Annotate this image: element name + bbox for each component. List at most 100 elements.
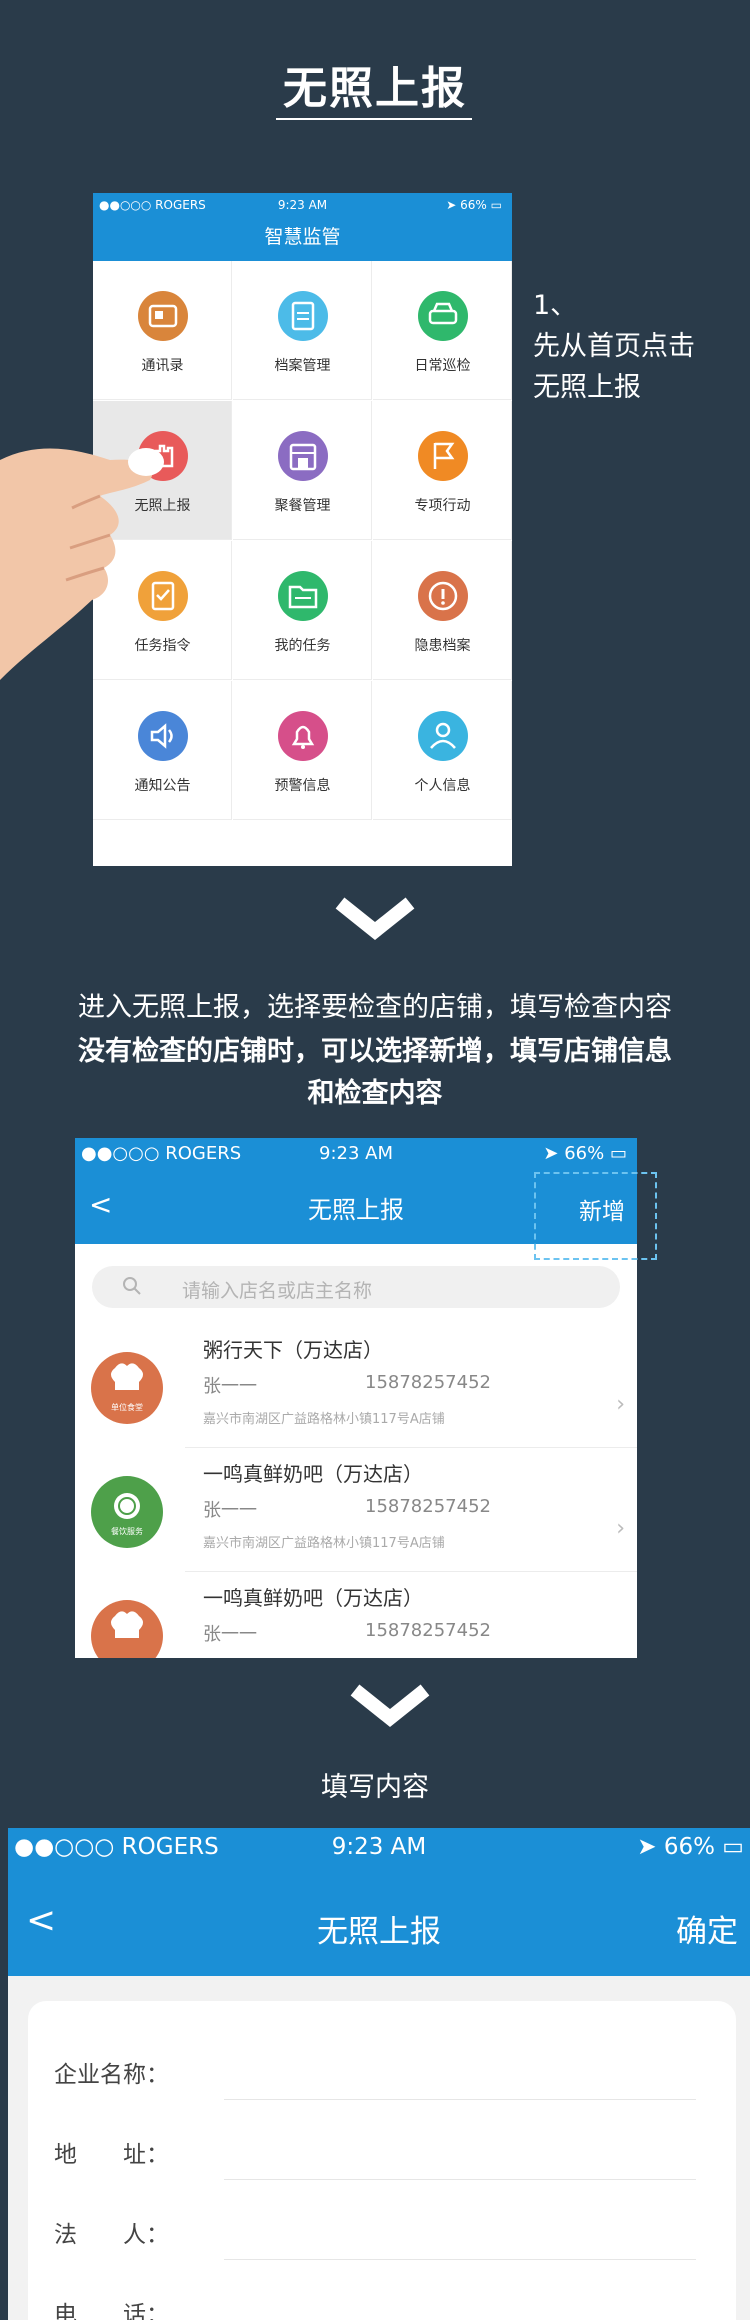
menu-item-label: 我的任务 (274, 638, 331, 654)
add-button-highlight (534, 1172, 657, 1260)
menu-item[interactable]: 档案管理 (233, 261, 372, 400)
menu-item-label: 专项行动 (414, 498, 471, 514)
menu-item[interactable]: 个人信息 (373, 681, 512, 820)
clipboard-icon (278, 291, 328, 341)
step1-line2: 无照上报 (533, 372, 641, 403)
location-icon: ➤ (446, 198, 461, 212)
store-phone: 15878257452 (365, 1372, 491, 1393)
chef-hat-icon (111, 1363, 143, 1390)
store-logo: 单位食堂 (91, 1352, 163, 1424)
title-underline (276, 118, 472, 120)
battery-icon: ▭ (722, 1834, 744, 1860)
store-logo (91, 1600, 163, 1658)
store-name: 一鸣真鲜奶吧（万达店） (203, 1586, 423, 1610)
form-field-label: 企业名称： (54, 2062, 169, 2088)
nav-title: 智慧监管 (93, 217, 512, 261)
contacts-icon (138, 291, 188, 341)
battery-percent: 66% (564, 1143, 605, 1164)
chevron-right-icon: › (616, 1392, 625, 1417)
form-field[interactable]: 地 址： (28, 2109, 736, 2189)
menu-item[interactable]: 预警信息 (233, 681, 372, 820)
menu-item[interactable]: 我的任务 (233, 541, 372, 680)
menu-item[interactable]: 通知公告 (93, 681, 232, 820)
folder-icon (278, 571, 328, 621)
step1-number: 1、 (533, 290, 578, 321)
form-field-input[interactable] (224, 2179, 696, 2180)
bell-icon (278, 711, 328, 761)
form-field[interactable]: 企业名称： (28, 2029, 736, 2109)
battery-percent: 66% (663, 1834, 715, 1860)
store-list-item[interactable]: 单位食堂 粥行天下（万达店） 张一一 15878257452 嘉兴市南湖区广益路格林小镇… (75, 1324, 637, 1448)
menu-item-label: 日常巡检 (414, 358, 471, 374)
form-field[interactable]: 电 话： (28, 2269, 736, 2320)
storefront-icon (278, 431, 328, 481)
store-phone: 15878257452 (365, 1620, 491, 1641)
speaker-icon (138, 711, 188, 761)
form-field[interactable]: 法 人： (28, 2189, 736, 2269)
menu-item-label: 预警信息 (274, 778, 331, 794)
store-list-item[interactable]: 一鸣真鲜奶吧（万达店） 张一一 15878257452 (75, 1572, 637, 1658)
battery-icon: ▭ (490, 198, 502, 212)
step1-text: 1、 先从首页点击 无照上报 (533, 285, 695, 408)
location-icon: ➤ (637, 1834, 664, 1860)
store-name: 粥行天下（万达店） (203, 1338, 383, 1362)
nav-bar: < 无照上报 确定 (8, 1868, 750, 1976)
store-list-item[interactable]: 餐饮服务 一鸣真鲜奶吧（万达店） 张一一 15878257452 嘉兴市南湖区广益路格林… (75, 1448, 637, 1572)
store-category-badge: 单位食堂 (111, 1403, 143, 1412)
status-bar: ●●○○○ ROGERS 9:23 AM ➤ 66% ▭ (75, 1138, 637, 1170)
search-input[interactable]: 请输入店名或店主名称 (92, 1266, 620, 1308)
chevron-down-icon (350, 1684, 430, 1727)
menu-item-label: 隐患档案 (414, 638, 471, 654)
menu-item-label: 通知公告 (134, 778, 191, 794)
form-field-input[interactable] (224, 2099, 696, 2100)
pointing-hand-icon (0, 448, 164, 680)
instruction-bold-line2: 和检查内容 (307, 1078, 443, 1109)
search-icon (123, 1277, 141, 1295)
menu-item[interactable]: 通讯录 (93, 261, 232, 400)
menu-item-label: 个人信息 (414, 778, 471, 794)
battery-icon: ▭ (609, 1143, 627, 1164)
car-icon (418, 291, 468, 341)
form-field-label: 法 人： (54, 2222, 169, 2248)
store-name: 一鸣真鲜奶吧（万达店） (203, 1462, 423, 1486)
form-field-input[interactable] (224, 2259, 696, 2260)
form-field-label: 电 话： (54, 2302, 169, 2320)
store-address: 嘉兴市南湖区广益路格林小镇117号A店铺 (203, 1536, 445, 1551)
menu-item-label: 聚餐管理 (274, 498, 331, 514)
flag-icon (418, 431, 468, 481)
menu-item[interactable]: 隐患档案 (373, 541, 512, 680)
store-category-badge: 餐饮服务 (111, 1527, 143, 1536)
search-placeholder: 请输入店名或店主名称 (182, 1280, 373, 1302)
battery-percent: 66% (460, 198, 487, 212)
menu-item-label: 档案管理 (274, 358, 331, 374)
store-address: 嘉兴市南湖区广益路格林小镇117号A店铺 (203, 1412, 445, 1427)
instruction-bold-text: 没有检查的店铺时，可以选择新增，填写店铺信息 和检查内容 (0, 1031, 750, 1115)
step1-line1: 先从首页点击 (533, 331, 695, 362)
form-field-label: 地 址： (54, 2142, 169, 2168)
confirm-button[interactable]: 确定 (676, 1906, 738, 1951)
chevron-down-icon (335, 897, 415, 940)
form-card: 企业名称： 地 址： 法 人： 电 话： (28, 2001, 736, 2320)
store-owner: 张一一 (203, 1500, 257, 1521)
store-owner: 张一一 (203, 1376, 257, 1397)
chef-hat-icon (111, 1611, 143, 1638)
menu-item[interactable]: 专项行动 (373, 401, 512, 540)
person-icon (418, 711, 468, 761)
store-owner: 张一一 (203, 1624, 257, 1645)
status-bar: ●●○○○ ROGERS 9:23 AM ➤ 66% ▭ (8, 1828, 750, 1868)
chevron-right-icon: › (616, 1516, 625, 1541)
store-phone: 15878257452 (365, 1496, 491, 1517)
fill-content-text: 填写内容 (321, 1772, 429, 1803)
plate-icon (114, 1493, 140, 1519)
warning-icon (418, 571, 468, 621)
menu-item[interactable]: 日常巡检 (373, 261, 512, 400)
report-form-screen: ●●○○○ ROGERS 9:23 AM ➤ 66% ▭ < 无照上报 确定 企… (8, 1828, 750, 2320)
instruction-bold-line1: 没有检查的店铺时，可以选择新增，填写店铺信息 (78, 1036, 672, 1067)
menu-item-label: 通讯录 (141, 358, 184, 374)
instruction-text: 进入无照上报，选择要检查的店铺，填写检查内容 (78, 992, 672, 1023)
status-bar: ●●○○○ ROGERS 9:23 AM ➤ 66% ▭ (93, 193, 512, 217)
nav-title: 无照上报 (317, 1914, 441, 1950)
page-title: 无照上报 (283, 63, 467, 114)
menu-item[interactable]: 聚餐管理 (233, 401, 372, 540)
store-logo: 餐饮服务 (91, 1476, 163, 1548)
